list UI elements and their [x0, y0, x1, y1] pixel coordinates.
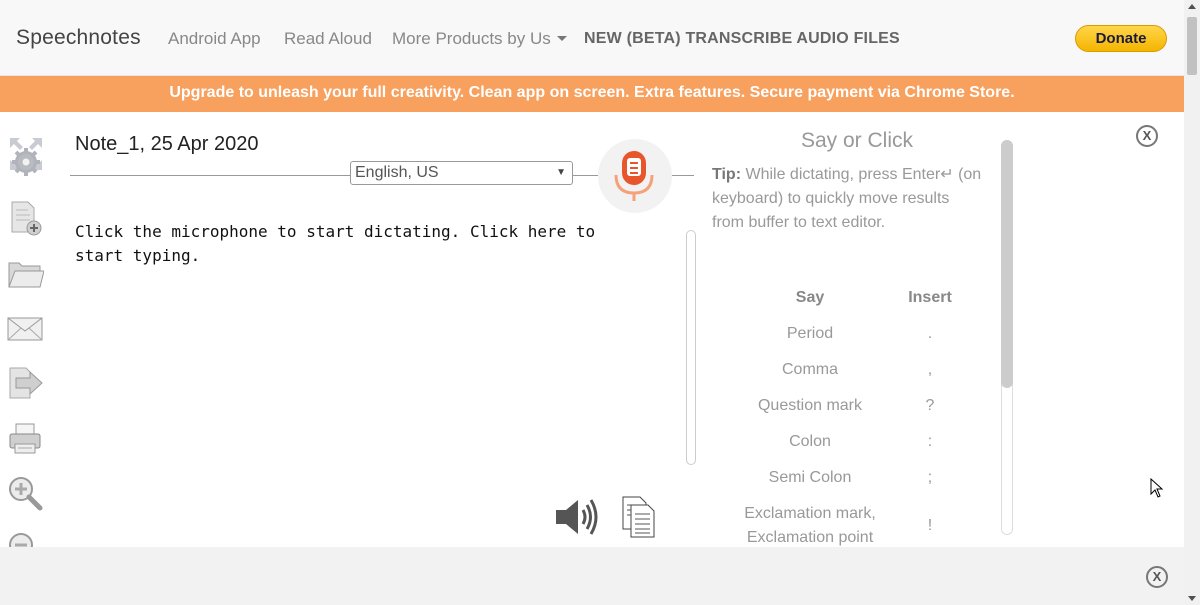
- fullscreen-settings-icon[interactable]: [6, 134, 44, 180]
- divider: [672, 175, 694, 176]
- panel-scrollbar-thumb[interactable]: [1001, 140, 1013, 388]
- nav-link-read-aloud[interactable]: Read Aloud: [284, 29, 372, 49]
- command-insert: ?: [925, 397, 935, 414]
- bottom-close-icon[interactable]: X: [1146, 566, 1168, 588]
- select-arrow-icon: ▼: [556, 167, 566, 178]
- command-say: Period: [786, 325, 834, 342]
- tip-text: While dictating, press Enter↵ (on keyboa…: [712, 166, 982, 231]
- page-scrollbar-thumb[interactable]: [1187, 17, 1197, 75]
- column-header-insert: Insert: [908, 289, 952, 306]
- column-header-say: Say: [795, 289, 825, 306]
- divider: [70, 175, 350, 176]
- read-aloud-speaker-icon[interactable]: [554, 497, 600, 537]
- command-say: Semi Colon: [768, 469, 852, 486]
- editor-scrollbar[interactable]: [686, 230, 696, 465]
- upgrade-banner[interactable]: Upgrade to unleash your full creativity.…: [0, 76, 1184, 112]
- export-icon[interactable]: [6, 364, 44, 402]
- command-insert: .: [927, 325, 933, 342]
- command-say: Question mark: [757, 397, 863, 414]
- command-say: Colon: [789, 433, 831, 450]
- language-select-value: English, US: [355, 164, 439, 181]
- mouse-cursor-icon: [1150, 478, 1164, 498]
- microphone-icon: [614, 151, 654, 201]
- command-insert: ,: [927, 361, 933, 378]
- page-scrollbar[interactable]: [1184, 0, 1200, 605]
- top-navbar: Speechnotes Android App Read Aloud More …: [0, 0, 1184, 76]
- command-insert: ;: [927, 469, 933, 486]
- command-say: Comma: [781, 361, 838, 378]
- copy-clipboard-icon[interactable]: [620, 495, 658, 539]
- brand-logo[interactable]: Speechnotes: [16, 26, 141, 50]
- microphone-button[interactable]: [598, 139, 672, 213]
- panel-title: Say or Click: [800, 129, 914, 152]
- scroll-up-icon[interactable]: [1188, 4, 1196, 9]
- nav-link-transcribe[interactable]: NEW (BETA) TRANSCRIBE AUDIO FILES: [584, 30, 900, 48]
- bottom-ad-bar: [0, 547, 1184, 605]
- divider: [573, 175, 599, 176]
- zoom-in-icon[interactable]: [6, 474, 44, 512]
- command-insert: !: [927, 517, 933, 534]
- tip-label: Tip:: [712, 166, 742, 183]
- text-editor[interactable]: Click the microphone to start dictating.…: [75, 220, 605, 268]
- command-say: Exclamation mark,: [744, 505, 876, 522]
- zoom-out-icon[interactable]: [6, 530, 44, 547]
- nav-link-android-app[interactable]: Android App: [168, 29, 261, 49]
- language-select[interactable]: English, US ▼: [350, 161, 573, 185]
- new-note-icon[interactable]: [6, 200, 44, 238]
- nav-dropdown-label: More Products by Us: [392, 29, 551, 48]
- scroll-down-icon[interactable]: [1188, 596, 1196, 601]
- print-icon[interactable]: [6, 420, 44, 458]
- open-folder-icon[interactable]: [6, 255, 45, 293]
- note-title[interactable]: Note_1, 25 Apr 2020: [75, 133, 258, 156]
- caret-down-icon: [556, 36, 567, 42]
- donate-button[interactable]: Donate: [1075, 25, 1167, 52]
- email-icon[interactable]: [6, 310, 44, 348]
- panel-close-icon[interactable]: X: [1136, 125, 1158, 147]
- command-insert: :: [927, 433, 933, 450]
- nav-dropdown-more-products[interactable]: More Products by Us: [392, 29, 567, 49]
- dictation-tip: Tip: While dictating, press Enter↵ (on k…: [712, 163, 982, 235]
